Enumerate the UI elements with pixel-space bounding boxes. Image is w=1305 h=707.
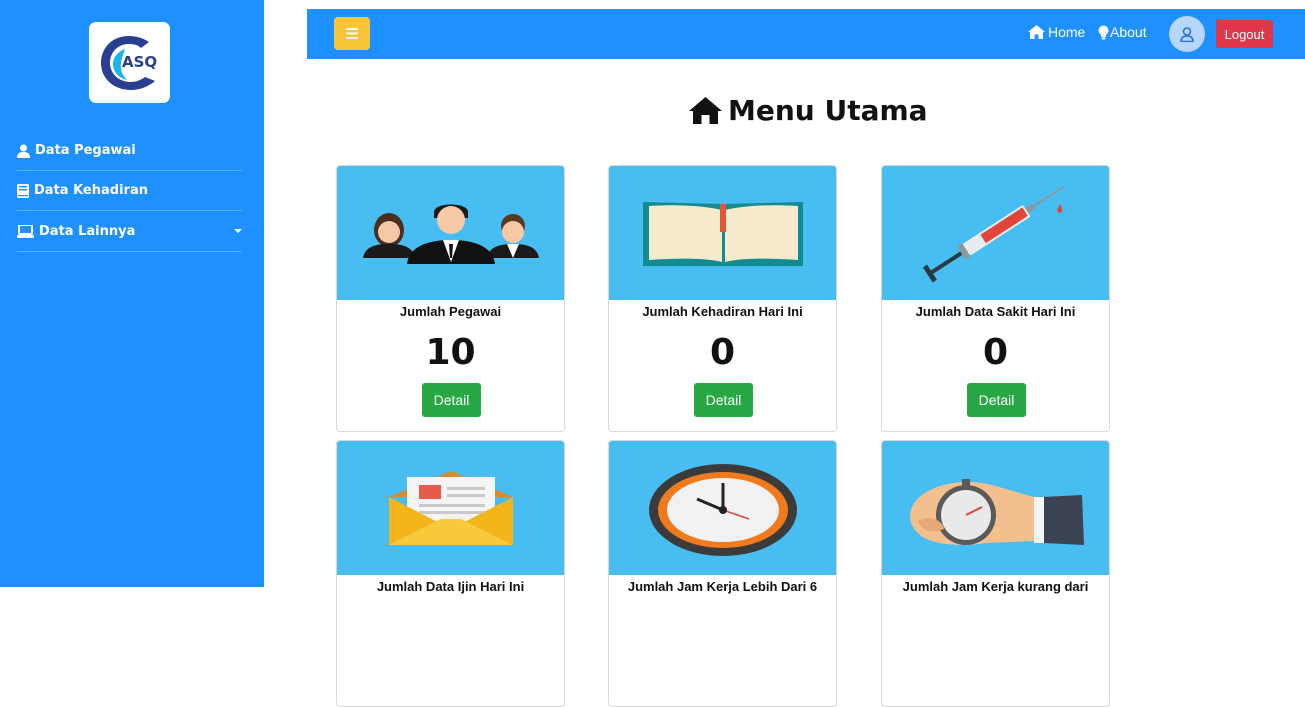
about-link[interactable]: About <box>1098 24 1147 40</box>
sidebar-item-label: Data Pegawai <box>35 143 136 158</box>
menu-toggle-button[interactable] <box>334 17 370 50</box>
app-logo[interactable]: ASQ <box>89 22 170 103</box>
card-jumlah-sakit: Jumlah Data Sakit Hari Ini 0 Detail <box>881 165 1110 432</box>
about-link-label: About <box>1110 24 1147 40</box>
open-book-illustration <box>609 166 836 300</box>
page-title: Menu Utama <box>689 94 928 127</box>
logout-button[interactable]: Logout <box>1216 20 1273 48</box>
card-jumlah-kehadiran: Jumlah Kehadiran Hari Ini 0 Detail <box>608 165 837 432</box>
employees-illustration <box>337 166 564 300</box>
detail-button[interactable]: Detail <box>694 383 753 417</box>
page-title-text: Menu Utama <box>728 94 928 127</box>
sidebar-item-data-pegawai[interactable]: Data Pegawai <box>17 131 242 171</box>
lightbulb-icon <box>1098 25 1109 39</box>
topbar: Home About Logout <box>307 9 1305 59</box>
clock-illustration <box>609 441 836 575</box>
card-jam-kerja-kurang: Jumlah Jam Kerja kurang dari <box>881 440 1110 707</box>
hamburger-icon <box>346 28 358 39</box>
user-icon <box>17 144 30 158</box>
sidebar-item-label: Data Kehadiran <box>34 183 148 198</box>
card-value: 0 <box>982 332 1009 373</box>
envelope-illustration <box>337 441 564 575</box>
home-link-label: Home <box>1048 24 1086 40</box>
card-value: 10 <box>425 332 476 373</box>
book-icon <box>17 183 29 198</box>
card-title: Jumlah Data Sakit Hari Ini <box>915 304 1076 319</box>
sidebar-item-label: Data Lainnya <box>39 224 136 239</box>
caret-down-icon <box>234 229 242 233</box>
card-title: Jumlah Pegawai <box>399 304 502 319</box>
sidebar-item-data-lainnya[interactable]: Data Lainnya <box>17 212 242 252</box>
sidebar: ASQ Data Pegawai Data Kehadiran Data Lai… <box>0 0 264 587</box>
laptop-icon <box>17 225 34 238</box>
syringe-illustration <box>882 166 1109 300</box>
user-avatar-button[interactable] <box>1169 16 1205 52</box>
home-link[interactable]: Home <box>1028 24 1085 40</box>
card-jumlah-ijin: Jumlah Data Ijin Hari Ini <box>336 440 565 707</box>
stopwatch-hand-illustration <box>882 441 1109 575</box>
card-jam-kerja-lebih: Jumlah Jam Kerja Lebih Dari 6 <box>608 440 837 707</box>
sidebar-item-data-kehadiran[interactable]: Data Kehadiran <box>17 171 242 211</box>
card-value: 0 <box>709 332 736 373</box>
home-icon <box>1028 25 1045 39</box>
card-jumlah-pegawai: Jumlah Pegawai 10 Detail <box>336 165 565 432</box>
detail-button[interactable]: Detail <box>967 383 1026 417</box>
logo-text: ASQ <box>122 53 157 71</box>
card-title: Jumlah Kehadiran Hari Ini <box>642 304 803 319</box>
user-outline-icon <box>1180 26 1194 42</box>
home-icon <box>689 97 722 124</box>
detail-button[interactable]: Detail <box>422 383 481 417</box>
